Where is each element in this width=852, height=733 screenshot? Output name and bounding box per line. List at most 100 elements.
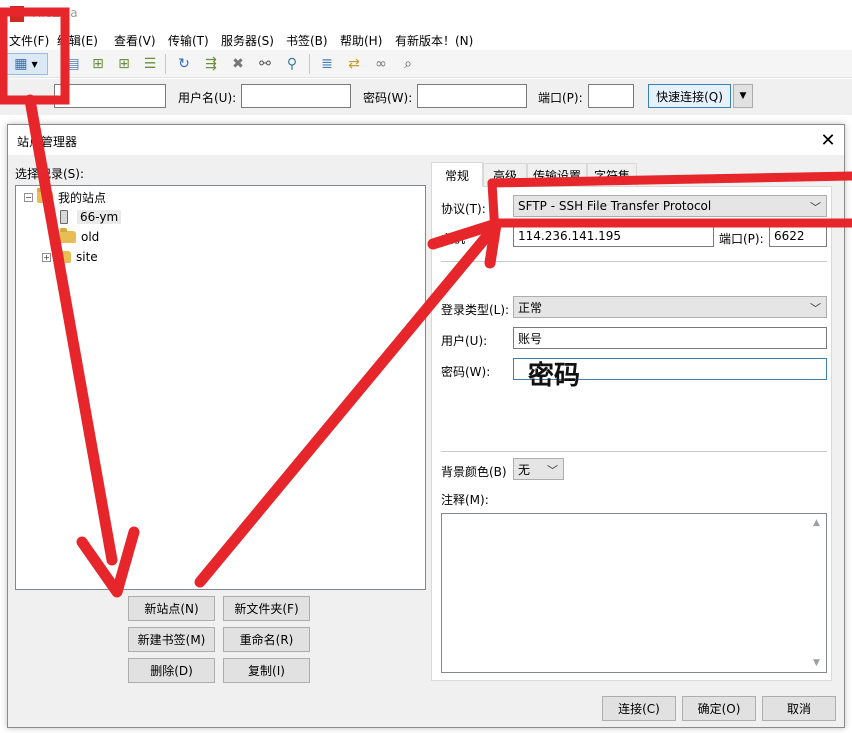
logon-type-label: 登录类型(L):	[441, 303, 510, 317]
divider	[441, 451, 827, 452]
toolbar-separator	[165, 54, 166, 74]
process-queue-icon[interactable]: ⇶	[200, 53, 222, 75]
tree-item-label: site	[76, 250, 98, 264]
menu-server[interactable]: 服务器(S)	[221, 32, 274, 49]
username-label: 用户名(U):	[178, 91, 237, 105]
ok-button[interactable]: 确定(O)	[682, 696, 756, 721]
filezilla-logo-icon: Z	[10, 6, 24, 22]
host-input[interactable]	[54, 84, 166, 108]
new-bookmark-button[interactable]: 新建书签(M)	[128, 627, 215, 652]
password-label: 密码(W):	[441, 365, 491, 379]
general-panel: 协议(T): SFTP - SSH File Transfer Protocol…	[431, 186, 832, 681]
tab-general[interactable]: 常规	[431, 162, 483, 187]
folder-open-icon	[37, 188, 53, 203]
host-value: 114.236.141.195	[518, 229, 622, 243]
protocol-value: SFTP - SSH File Transfer Protocol	[518, 199, 712, 213]
bgcolor-label: 背景颜色(B)	[441, 465, 507, 479]
copy-button[interactable]: 复制(I)	[223, 658, 310, 683]
search-icon[interactable]: ⌕	[397, 53, 419, 75]
scrollbar[interactable]: ▲ ▼	[810, 514, 826, 672]
tree-root[interactable]: − 我的站点	[24, 188, 106, 206]
chevron-down-icon: ﹀	[810, 302, 821, 315]
password-label: 密码(W):	[363, 91, 413, 105]
cancel-icon[interactable]: ✖	[227, 53, 249, 75]
username-input[interactable]	[241, 84, 351, 108]
user-field[interactable]: 账号	[513, 327, 827, 349]
user-value: 账号	[518, 331, 543, 346]
port-label: 端口(P):	[719, 232, 764, 246]
comments-textarea[interactable]: ▲ ▼	[441, 513, 827, 673]
tree-item-66-ym[interactable]: 66-ym	[56, 208, 122, 226]
dialog-title: 站点管理器	[17, 135, 78, 149]
tab-charset[interactable]: 字符集	[587, 163, 637, 186]
chevron-down-icon: ▼	[739, 91, 747, 101]
menu-view[interactable]: 查看(V)	[114, 32, 156, 49]
toolbar: ▦ ▼ ▤ ⊞ ⊞ ☰ ↻ ⇶ ✖ ⚯ ⚲ ≣ ⇄ ∞ ⌕	[0, 50, 852, 78]
toggle-local-tree-icon[interactable]: ⊞	[87, 53, 109, 75]
chevron-down-icon[interactable]: ▼	[813, 658, 820, 668]
password-input[interactable]	[417, 84, 527, 108]
comments-label: 注释(M):	[441, 493, 489, 507]
folder-icon	[60, 228, 76, 243]
host-field[interactable]: 114.236.141.195	[513, 225, 714, 247]
chevron-down-icon: ▼	[31, 59, 38, 69]
new-site-button[interactable]: 新站点(N)	[128, 596, 215, 621]
new-folder-button[interactable]: 新文件夹(F)	[223, 596, 310, 621]
port-input[interactable]	[588, 84, 634, 108]
chevron-up-icon[interactable]: ▲	[813, 518, 820, 528]
toggle-log-icon[interactable]: ▤	[62, 53, 84, 75]
bgcolor-select[interactable]: 无 ﹀	[513, 458, 564, 480]
disconnect-icon[interactable]: ⚯	[254, 53, 276, 75]
tree-item-label: old	[81, 230, 100, 244]
collapse-icon[interactable]: −	[24, 192, 33, 202]
divider	[441, 261, 827, 262]
bgcolor-value: 无	[518, 462, 531, 477]
host-label: 主机	[441, 232, 466, 246]
menu-bar: 文件(F) 编辑(E) 查看(V) 传输(T) 服务器(S) 书签(B) 帮助(…	[0, 28, 852, 50]
refresh-icon[interactable]: ↻	[173, 53, 195, 75]
tree-item-old[interactable]: old	[60, 228, 99, 246]
quickconnect-dropdown[interactable]: ▼	[733, 84, 753, 108]
tab-bar: 常规 高级 传输设置 字符集	[431, 162, 829, 187]
dialog-titlebar: 站点管理器 ✕	[8, 125, 844, 155]
close-icon: ✕	[820, 129, 836, 151]
site-tree[interactable]: − 我的站点 66-ym old + site	[15, 185, 426, 590]
directory-filter-icon[interactable]: ≣	[316, 53, 338, 75]
delete-button[interactable]: 删除(D)	[128, 658, 215, 683]
protocol-label: 协议(T):	[441, 202, 486, 216]
background-window-edge	[845, 124, 852, 733]
quickconnect-bar: 用户名(U): 密码(W): 端口(P): 快速连接(Q) ▼	[0, 79, 852, 115]
tree-item-site[interactable]: + site	[42, 248, 98, 266]
site-manager-button[interactable]: ▦ ▼	[4, 53, 48, 75]
toggle-queue-icon[interactable]: ☰	[139, 53, 161, 75]
folder-icon	[55, 248, 71, 263]
protocol-select[interactable]: SFTP - SSH File Transfer Protocol ﹀	[513, 195, 827, 217]
sync-browsing-icon[interactable]: ∞	[370, 53, 392, 75]
tab-advanced[interactable]: 高级	[483, 163, 527, 186]
menu-new-version[interactable]: 有新版本！(N)	[395, 32, 473, 49]
tab-transfer-settings[interactable]: 传输设置	[527, 163, 587, 186]
menu-file[interactable]: 文件(F)	[9, 32, 49, 49]
connect-button[interactable]: 连接(C)	[602, 696, 676, 721]
menu-bookmarks[interactable]: 书签(B)	[286, 32, 328, 49]
expand-icon[interactable]: +	[42, 252, 51, 262]
app-titlebar: Z FileZilla	[0, 0, 852, 28]
toolbar-separator	[309, 54, 310, 74]
menu-help[interactable]: 帮助(H)	[340, 32, 382, 49]
menu-edit[interactable]: 编辑(E)	[57, 32, 98, 49]
chevron-down-icon: ﹀	[547, 464, 558, 477]
compare-dirs-icon[interactable]: ⇄	[343, 53, 365, 75]
rename-button[interactable]: 重命名(R)	[223, 627, 310, 652]
password-value: 密码	[528, 361, 581, 391]
select-entry-label: 选择记录(S):	[15, 167, 85, 181]
port-value: 6622	[774, 229, 805, 243]
quickconnect-button[interactable]: 快速连接(Q)	[648, 84, 731, 108]
close-button[interactable]: ✕	[816, 128, 840, 152]
cancel-button[interactable]: 取消	[762, 696, 836, 721]
reconnect-icon[interactable]: ⚲	[281, 53, 303, 75]
port-label: 端口(P):	[538, 91, 583, 105]
port-field[interactable]: 6622	[769, 225, 827, 247]
menu-transfer[interactable]: 传输(T)	[168, 32, 209, 49]
logon-type-select[interactable]: 正常 ﹀	[513, 296, 827, 318]
toggle-remote-tree-icon[interactable]: ⊞	[113, 53, 135, 75]
